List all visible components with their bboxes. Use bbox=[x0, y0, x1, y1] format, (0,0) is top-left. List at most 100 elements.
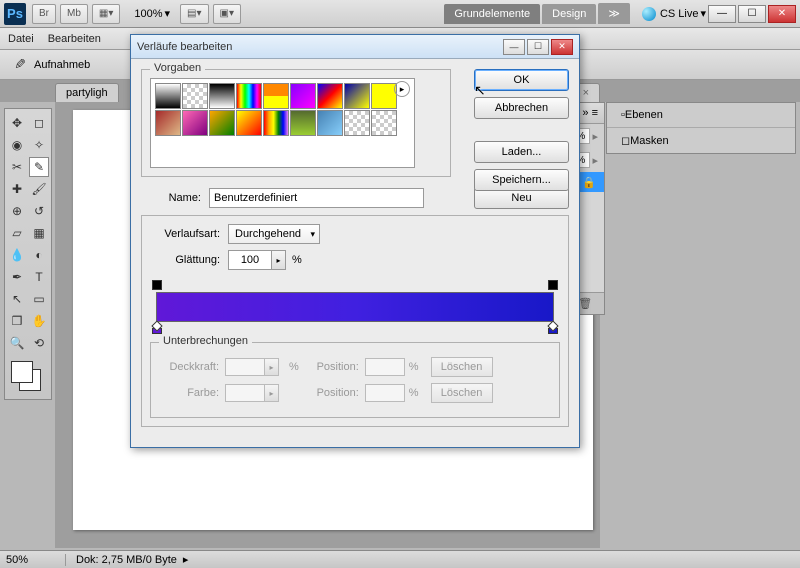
menu-edit[interactable]: Bearbeiten bbox=[48, 33, 101, 45]
preset-swatch[interactable] bbox=[263, 83, 289, 109]
name-input[interactable] bbox=[209, 188, 424, 208]
shape-tool[interactable]: ▭ bbox=[29, 289, 49, 309]
load-button[interactable]: Laden... bbox=[474, 141, 569, 163]
dialog-max-button[interactable]: ☐ bbox=[527, 39, 549, 55]
preset-swatch[interactable] bbox=[371, 110, 397, 136]
preset-swatch[interactable] bbox=[317, 110, 343, 136]
cancel-button[interactable]: Abbrechen bbox=[474, 97, 569, 119]
gradient-tool[interactable]: ▦ bbox=[29, 223, 49, 243]
preset-swatch[interactable] bbox=[236, 110, 262, 136]
stop-opacity-pos-input bbox=[365, 358, 405, 376]
close-button[interactable]: ✕ bbox=[768, 5, 796, 23]
move-tool[interactable]: ✥ bbox=[7, 113, 27, 133]
layers-panel: ▫ Ebenen ◻ Masken bbox=[606, 102, 796, 154]
gradient-editor-dialog: Verläufe bearbeiten — ☐ ✕ OK Abbrechen L… bbox=[130, 34, 580, 448]
preset-swatch[interactable] bbox=[290, 110, 316, 136]
panel-menu-icon[interactable]: » ≡ bbox=[582, 107, 598, 119]
preset-swatch[interactable] bbox=[155, 83, 181, 109]
dialog-titlebar[interactable]: Verläufe bearbeiten — ☐ ✕ bbox=[131, 35, 579, 59]
cs-live-button[interactable]: CS Live ▾ bbox=[642, 7, 706, 21]
workspace-design[interactable]: Design bbox=[542, 4, 596, 24]
eraser-tool[interactable]: ▱ bbox=[7, 223, 27, 243]
presets-box: ▸ bbox=[150, 78, 415, 168]
history-tool[interactable]: ↺ bbox=[29, 201, 49, 221]
preset-swatch[interactable] bbox=[290, 83, 316, 109]
preset-swatch[interactable] bbox=[155, 110, 181, 136]
preset-swatch[interactable] bbox=[263, 110, 289, 136]
stop-opacity-input bbox=[225, 358, 265, 376]
app-logo: Ps bbox=[4, 3, 26, 25]
pen-tool[interactable]: ✒ bbox=[7, 267, 27, 287]
brush-tool[interactable]: 🖌 bbox=[29, 179, 49, 199]
preset-swatch[interactable] bbox=[182, 83, 208, 109]
close-tab-icon[interactable]: × bbox=[583, 87, 589, 99]
gradient-bar[interactable] bbox=[150, 280, 560, 334]
arrange-button[interactable]: ▤▾ bbox=[180, 4, 208, 24]
lasso-tool[interactable]: ◉ bbox=[7, 135, 27, 155]
workspace-more[interactable]: ≫ bbox=[598, 3, 630, 24]
ok-button[interactable]: OK bbox=[474, 69, 569, 91]
workspace-grundelemente[interactable]: Grundelemente bbox=[444, 4, 540, 24]
menu-file[interactable]: Datei bbox=[8, 33, 34, 45]
presets-legend: Vorgaben bbox=[150, 62, 205, 74]
zoom-tool[interactable]: 🔍 bbox=[7, 333, 27, 353]
type-tool[interactable]: T bbox=[29, 267, 49, 287]
dialog-close-button[interactable]: ✕ bbox=[551, 39, 573, 55]
type-label: Verlaufsart: bbox=[150, 228, 220, 240]
rotate-tool[interactable]: ⟲ bbox=[29, 333, 49, 353]
document-tab[interactable]: partyligh bbox=[55, 83, 119, 102]
dialog-min-button[interactable]: — bbox=[503, 39, 525, 55]
smooth-input[interactable] bbox=[228, 250, 272, 270]
lock-icon: 🔒 bbox=[582, 176, 596, 189]
hand-tool[interactable]: ✋ bbox=[29, 311, 49, 331]
smooth-label: Glättung: bbox=[150, 254, 220, 266]
heal-tool[interactable]: ✚ bbox=[7, 179, 27, 199]
br-button[interactable]: Br bbox=[32, 4, 56, 24]
preset-swatch[interactable] bbox=[182, 110, 208, 136]
marquee-tool[interactable]: ◻ bbox=[29, 113, 49, 133]
trash-icon[interactable]: 🗑 bbox=[578, 297, 592, 310]
presets-menu-icon[interactable]: ▸ bbox=[394, 81, 410, 97]
preset-swatch[interactable] bbox=[236, 83, 262, 109]
mb-button[interactable]: Mb bbox=[60, 4, 88, 24]
save-button[interactable]: Speichern... bbox=[474, 169, 569, 191]
path-tool[interactable]: ↖ bbox=[7, 289, 27, 309]
dodge-tool[interactable]: ◐ bbox=[29, 245, 49, 265]
dialog-title: Verläufe bearbeiten bbox=[137, 41, 232, 53]
status-bar: 50% Dok: 2,75 MB/0 Byte ▸ bbox=[0, 550, 800, 568]
crop-tool[interactable]: ✂ bbox=[7, 157, 27, 177]
opacity-stop-left[interactable] bbox=[152, 280, 162, 290]
stamp-tool[interactable]: ⊕ bbox=[7, 201, 27, 221]
status-doc[interactable]: Dok: 2,75 MB/0 Byte bbox=[76, 554, 177, 566]
blur-tool[interactable]: 💧 bbox=[7, 245, 27, 265]
delete-opacity-stop: Löschen bbox=[431, 357, 493, 377]
screen-mode-button[interactable]: ▦▾ bbox=[92, 4, 120, 24]
eyedropper-tool[interactable]: ✎ bbox=[29, 157, 49, 177]
wand-tool[interactable]: ✧ bbox=[29, 135, 49, 155]
preset-swatch[interactable] bbox=[317, 83, 343, 109]
preset-swatch[interactable] bbox=[209, 110, 235, 136]
smooth-spinner[interactable]: ▸ bbox=[272, 250, 286, 270]
name-label: Name: bbox=[141, 192, 201, 204]
screen-button[interactable]: ▣▾ bbox=[213, 4, 241, 24]
minimize-button[interactable]: — bbox=[708, 5, 736, 23]
3d-tool[interactable]: ❒ bbox=[7, 311, 27, 331]
tab-ebenen[interactable]: ▫ Ebenen bbox=[615, 107, 669, 123]
percent-label: % bbox=[292, 254, 302, 266]
maximize-button[interactable]: ☐ bbox=[738, 5, 766, 23]
tab-masken[interactable]: ◻ Masken bbox=[615, 132, 675, 149]
zoom-level[interactable]: 100% bbox=[134, 8, 162, 20]
color-stop-left[interactable] bbox=[152, 322, 162, 334]
foreground-swatch[interactable] bbox=[11, 361, 33, 383]
opacity-stop-right[interactable] bbox=[548, 280, 558, 290]
preset-swatch[interactable] bbox=[344, 110, 370, 136]
cs-live-icon bbox=[642, 7, 656, 21]
tools-panel: ✥ ◻ ◉ ✧ ✂ ✎ ✚ 🖌 ⊕ ↺ ▱ ▦ 💧 ◐ ✒ T ↖ ▭ ❒ ✋ … bbox=[4, 108, 52, 400]
type-select[interactable]: Durchgehend bbox=[228, 224, 320, 244]
preset-swatch[interactable] bbox=[209, 83, 235, 109]
color-swatches[interactable] bbox=[7, 359, 49, 395]
preset-swatch[interactable] bbox=[344, 83, 370, 109]
right-dock: ▫ Ebenen ◻ Masken » ≡ Deckkraft:▸ Fläche… bbox=[606, 102, 796, 160]
status-zoom[interactable]: 50% bbox=[6, 554, 66, 566]
color-stop-right[interactable] bbox=[548, 322, 558, 334]
